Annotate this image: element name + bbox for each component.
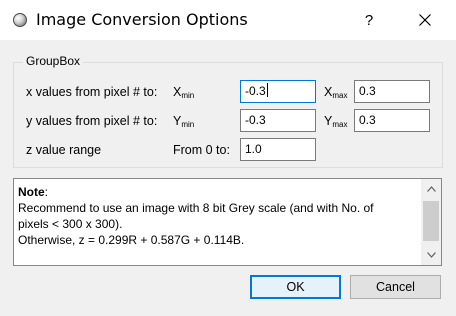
y-values-label: y values from pixel # to: [26,114,158,128]
note-line-2: pixels < 300 x 300). [18,217,123,231]
close-button[interactable] [402,0,448,40]
scroll-up-button[interactable] [421,179,441,199]
scrollbar-thumb[interactable] [423,201,439,241]
note-content: Note: Recommend to use an image with 8 b… [18,184,418,248]
chevron-up-icon [426,186,436,192]
help-button[interactable]: ? [346,0,392,40]
xmin-input[interactable]: -0.3 [240,80,316,103]
window-title: Image Conversion Options [36,10,248,29]
chevron-down-icon [426,252,436,258]
ymin-label: Ymin [173,114,195,129]
ok-button[interactable]: OK [250,275,341,299]
x-values-label: x values from pixel # to: [26,85,158,99]
z-value-range-label: z value range [26,143,102,157]
xmax-label: Xmax [324,85,348,100]
z-max-input[interactable]: 1.0 [240,138,316,161]
xmax-input[interactable]: 0.3 [354,80,430,103]
note-heading: Note [18,185,45,199]
xmin-label: Xmin [173,85,195,100]
z-from-label: From 0 to: [173,143,230,157]
ymax-input[interactable]: 0.3 [354,109,430,132]
ymax-label: Ymax [324,114,348,129]
note-line-1: Recommend to use an image with 8 bit Gre… [18,201,374,215]
ymin-input[interactable]: -0.3 [240,109,316,132]
note-heading-colon: : [44,185,49,199]
note-line-3: Otherwise, z = 0.299R + 0.587G + 0.114B. [18,233,245,247]
cancel-button[interactable]: Cancel [350,275,441,299]
app-icon [13,13,27,27]
groupbox-title: GroupBox [23,53,84,69]
scroll-down-button[interactable] [421,245,441,265]
close-icon [419,14,431,26]
text-caret [266,83,268,97]
